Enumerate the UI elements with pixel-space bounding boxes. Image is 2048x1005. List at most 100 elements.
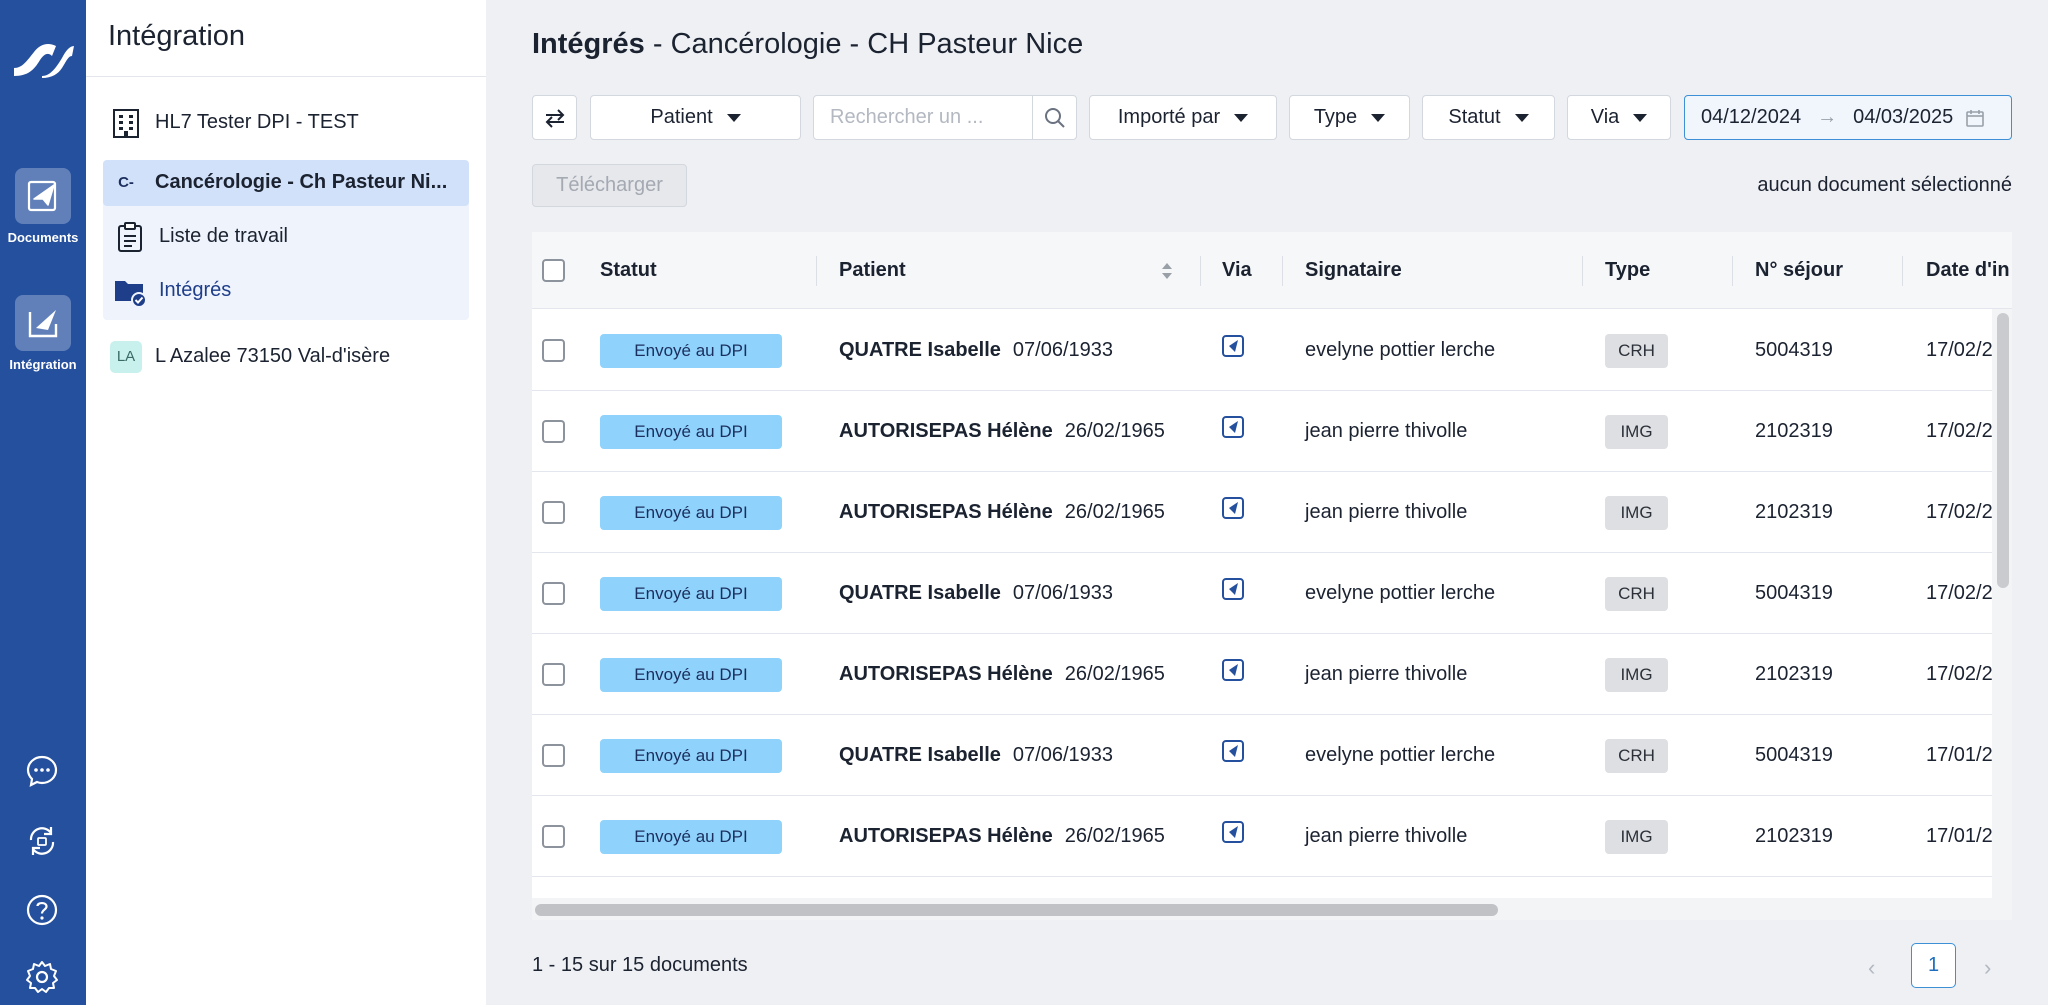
sync-icon[interactable] [23,822,61,860]
table-row[interactable]: Envoyé au DPI AUTORISEPAS Hélène 26/02/19… [532,472,1993,553]
via-dropdown[interactable]: Via [1567,95,1671,140]
sidebar-item-integres[interactable]: Intégrés [103,268,469,313]
signer: jean pierre thivolle [1305,663,1468,685]
patient-dob: 26/02/1965 [1064,825,1165,847]
column-header-date[interactable]: Date d'in [1926,232,2010,309]
search-input[interactable] [813,95,1033,140]
patient-name: AUTORISEPAS Hélène [839,420,1053,442]
table-row[interactable]: Envoyé au DPI AUTORISEPAS Hélène 26/02/19… [532,391,1993,472]
refresh-button[interactable] [532,95,577,140]
signer: jean pierre thivolle [1305,501,1468,523]
sidebar-item-label: Liste de travail [159,225,288,247]
hl7-icon [1222,577,1244,600]
sidebar-item-badge: LA [110,340,142,373]
stay-number: 2102319 [1755,501,1833,523]
type-badge: IMG [1605,495,1668,530]
date-range-picker[interactable]: 04/12/2024 → 04/03/2025 [1684,95,2012,140]
integration-date: 17/02/2 [1926,582,1993,604]
dropdown-label: Via [1590,106,1620,128]
gear-icon[interactable] [23,958,61,996]
date-from[interactable]: 04/12/2024 [1701,106,1801,129]
chevron-right-icon[interactable]: › [1984,955,1991,981]
help-icon[interactable] [23,891,61,929]
horizontal-scrollbar[interactable] [535,904,1498,916]
chevron-left-icon[interactable]: ‹ [1868,955,1875,981]
patient-name: AUTORISEPAS Hélène [839,663,1053,685]
caret-down-icon [1371,113,1386,122]
integration-icon [15,295,71,351]
row-checkbox[interactable] [542,744,565,767]
column-header-status[interactable]: Statut [600,232,657,309]
integration-date: 17/02/2 [1926,339,1993,361]
patient-dob: 26/02/1965 [1064,663,1165,685]
rail-item-documents[interactable]: Documents [0,168,86,245]
sidebar-item-cancerologie[interactable]: C- Cancérologie - Ch Pasteur Ni... [103,160,469,205]
column-separator [1732,256,1733,286]
table-row[interactable]: Envoyé au DPI AUTORISEPAS Hélène 26/02/19… [532,634,1993,715]
row-checkbox[interactable] [542,825,565,848]
column-header-patient[interactable]: Patient [839,232,906,309]
date-to[interactable]: 04/03/2025 [1853,106,1953,129]
caret-down-icon [1633,113,1648,122]
sidebar-item-avatar: LA [109,340,143,374]
column-header-stay[interactable]: N° séjour [1755,232,1843,309]
type-badge: CRH [1605,576,1668,611]
stay-number: 2102319 [1755,663,1833,685]
imported-by-dropdown[interactable]: Importé par [1089,95,1277,140]
patient-name: QUATRE Isabelle [839,744,1001,766]
sidebar-item-hl7-tester[interactable]: HL7 Tester DPI - TEST [103,100,469,145]
row-checkbox[interactable] [542,501,565,524]
hl7-icon [1222,820,1244,843]
chat-icon[interactable] [23,752,61,790]
dropdown-label: Statut [1448,106,1501,128]
swap-icon [545,108,564,128]
patient-dob: 07/06/1933 [1012,339,1114,361]
signer: jean pierre thivolle [1305,420,1468,442]
search-button[interactable] [1032,95,1077,140]
hl7-icon [1222,415,1244,438]
app-rail: Documents Intégration [0,0,86,1005]
sidebar-title: Intégration [86,0,486,77]
column-header-type[interactable]: Type [1605,232,1650,309]
paper-plane-icon [15,168,71,224]
pagination-page[interactable]: 1 [1911,943,1956,988]
status-badge: Envoyé au DPI [600,576,782,611]
sort-icon[interactable] [1160,232,1174,309]
status-badge: Envoyé au DPI [600,333,782,368]
stay-number: 5004319 [1755,339,1833,361]
type-dropdown[interactable]: Type [1289,95,1410,140]
type-badge: CRH [1605,738,1668,773]
signer: jean pierre thivolle [1305,825,1468,847]
patient-dob: 07/06/1933 [1012,744,1114,766]
table-row[interactable]: Envoyé au DPI QUATRE Isabelle 07/06/1933 … [532,715,1993,796]
table-row[interactable]: Envoyé au DPI QUATRE Isabelle 07/06/1933 … [532,310,1993,391]
download-button[interactable]: Télécharger [532,164,687,207]
select-all-checkbox[interactable] [542,259,565,282]
rail-item-label: Intégration [9,357,77,372]
row-checkbox[interactable] [542,339,565,362]
row-checkbox[interactable] [542,663,565,686]
column-header-signer[interactable]: Signataire [1305,232,1402,309]
table-row[interactable]: Envoyé au DPI QUATRE Isabelle 07/06/1933 … [532,553,1993,634]
row-checkbox[interactable] [542,420,565,443]
signer: evelyne pottier lerche [1305,339,1496,361]
type-badge: IMG [1605,414,1668,449]
rail-item-integration[interactable]: Intégration [0,295,86,372]
status-dropdown[interactable]: Statut [1422,95,1555,140]
sidebar-item-worklist[interactable]: Liste de travail [103,214,469,259]
integration-date: 17/02/2 [1926,663,1993,685]
patient-filter-dropdown[interactable]: Patient [590,95,801,140]
sidebar-item-azalee[interactable]: LA L Azalee 73150 Val-d'isère [103,334,469,379]
rail-item-label: Documents [7,230,79,245]
status-badge: Envoyé au DPI [600,657,782,692]
table-row[interactable]: Envoyé au DPI AUTORISEPAS Hélène 26/02/19… [532,796,1993,877]
row-checkbox[interactable] [542,582,565,605]
column-separator [1200,256,1201,286]
patient-name: AUTORISEPAS Hélène [839,825,1053,847]
vertical-scrollbar[interactable] [1997,313,2009,588]
calendar-icon[interactable] [1965,108,1985,128]
stay-number: 2102319 [1755,420,1833,442]
selection-info: aucun document sélectionné [1757,174,2012,196]
column-header-via[interactable]: Via [1222,232,1252,309]
app-logo[interactable] [12,38,74,80]
